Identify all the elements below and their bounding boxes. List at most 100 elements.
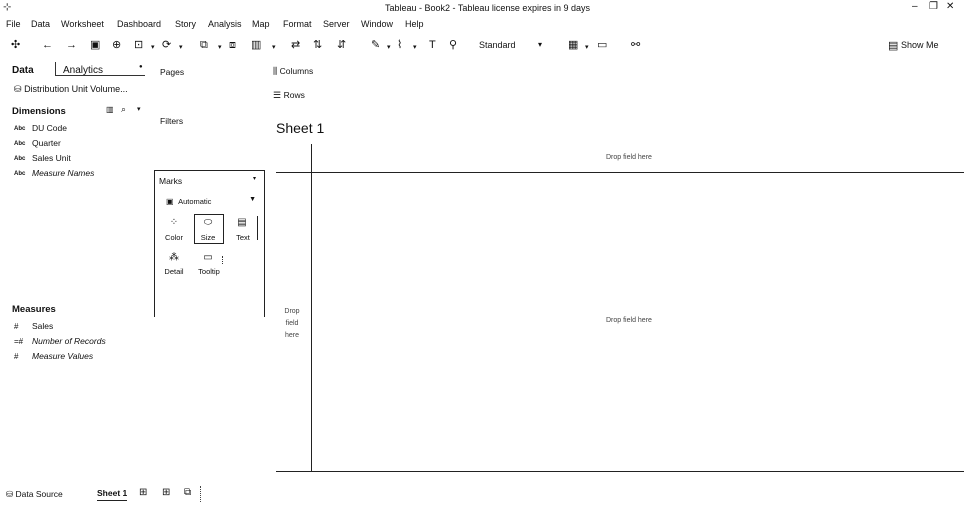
show-cards-dropdown-icon[interactable]: ▾ (585, 42, 589, 54)
tableau-logo-icon[interactable]: ✣ (11, 39, 20, 51)
menu-story[interactable]: Story (175, 19, 196, 29)
mark-type-label: Automatic (178, 197, 212, 206)
menu-worksheet[interactable]: Worksheet (61, 19, 104, 29)
mark-type-dropdown[interactable]: ▣ Automatic ▼ (166, 196, 258, 208)
sheet-tab[interactable]: Sheet 1 (97, 488, 128, 501)
pause-dropdown-icon[interactable]: ▾ (151, 42, 155, 54)
menu-window[interactable]: Window (361, 19, 393, 29)
drop-zone-center[interactable]: Drop field here (606, 317, 652, 324)
tab-analytics-label[interactable]: Analytics (63, 65, 103, 76)
drop-zone-rows[interactable]: Drop field here (282, 306, 302, 342)
data-source-tab-label: Data Source (15, 489, 63, 499)
restore-button[interactable]: ❐ (929, 1, 938, 12)
menu-format[interactable]: Format (283, 19, 312, 29)
filters-shelf[interactable]: Filters (160, 116, 183, 126)
marks-scrollbar[interactable] (257, 216, 258, 240)
menu-data[interactable]: Data (31, 19, 50, 29)
field-du-code[interactable]: Abc DU Code (14, 123, 67, 133)
dimensions-menu-icon[interactable]: ▾ (137, 105, 141, 113)
refresh-dropdown-icon[interactable]: ▾ (179, 42, 183, 54)
text-button[interactable]: Text (229, 233, 257, 242)
close-button[interactable]: ✕ (946, 1, 954, 12)
text-icon[interactable]: ▤ (232, 217, 252, 228)
tooltip-button[interactable]: Tooltip (193, 267, 225, 276)
sort-descending-icon[interactable]: ⇵ (337, 39, 346, 51)
show-me-button[interactable]: Show Me (901, 40, 939, 50)
columns-shelf[interactable]: ⫼ Columns (273, 66, 313, 77)
pane-menu-icon[interactable]: ● (139, 64, 143, 70)
canvas-divider-vertical (311, 144, 312, 472)
fit-dropdown-arrow-icon[interactable]: ▾ (538, 40, 542, 49)
string-type-icon: Abc (14, 171, 26, 177)
detail-button[interactable]: Detail (160, 267, 188, 276)
highlight-dropdown-icon[interactable]: ▾ (387, 42, 391, 54)
fit-dropdown[interactable]: Standard (479, 40, 516, 50)
size-button[interactable]: Size (194, 233, 222, 242)
string-type-icon: Abc (14, 141, 26, 147)
new-dashboard-icon[interactable]: ⊞ (162, 487, 170, 498)
marks-header: Marks (159, 176, 183, 186)
field-quarter[interactable]: Abc Quarter (14, 138, 61, 148)
new-worksheet-icon[interactable]: ⊞ (139, 487, 147, 498)
show-cards-icon[interactable]: ▦ (568, 39, 578, 51)
refresh-icon[interactable]: ⟳ (162, 39, 171, 51)
field-name: Quarter (32, 138, 61, 148)
menu-server[interactable]: Server (323, 19, 350, 29)
drop-zone-rows-line: here (284, 332, 299, 339)
new-worksheet-icon[interactable]: ⧉ (200, 39, 208, 51)
search-icon[interactable]: ⌕ (121, 104, 126, 115)
menu-file[interactable]: File (6, 19, 21, 29)
show-mark-labels-icon[interactable]: T (429, 39, 436, 51)
pages-shelf[interactable]: Pages (160, 67, 184, 77)
detail-icon[interactable]: ⁂ (164, 252, 184, 263)
swap-rows-columns-icon[interactable]: ⇄ (291, 39, 300, 51)
show-me-icon[interactable]: ▤ (888, 39, 898, 52)
size-icon[interactable]: ⬭ (198, 217, 218, 228)
field-measure-values[interactable]: # Measure Values (14, 351, 93, 361)
duplicate-sheet-icon[interactable]: ⧈ (229, 39, 236, 51)
menu-dashboard[interactable]: Dashboard (117, 19, 161, 29)
new-worksheet-dropdown-icon[interactable]: ▾ (218, 42, 222, 54)
menu-map[interactable]: Map (252, 19, 270, 29)
undo-arrow-icon[interactable]: ← (42, 39, 53, 51)
color-icon[interactable]: ⁘ (164, 217, 184, 228)
presentation-mode-icon[interactable]: ▭ (597, 39, 607, 51)
highlight-icon[interactable]: ✎ (371, 39, 380, 51)
rows-shelf[interactable]: ☰ Rows (273, 90, 305, 101)
sort-ascending-icon[interactable]: ⇅ (313, 39, 322, 51)
pause-updates-icon[interactable]: ⊡ (134, 39, 143, 51)
tooltip-icon[interactable]: ▭ (198, 252, 218, 263)
data-source-tab[interactable]: ⛁ Data Source (6, 489, 63, 500)
field-name: Sales Unit (32, 153, 71, 163)
bottom-divider (200, 486, 202, 502)
automatic-mark-icon: ▣ (166, 197, 174, 206)
field-number-of-records[interactable]: =# Number of Records (14, 336, 106, 346)
canvas-divider-bottom (276, 471, 964, 472)
color-button[interactable]: Color (160, 233, 188, 242)
fix-axes-icon[interactable]: ⚲ (449, 39, 457, 51)
data-source-row[interactable]: ⛁ Distribution Unit Volume... (14, 84, 128, 95)
drop-zone-rows-line: Drop (284, 308, 300, 315)
group-dropdown-icon[interactable]: ▾ (413, 42, 417, 54)
columns-icon: ⫼ (273, 66, 278, 76)
minimize-button[interactable]: – (912, 1, 918, 12)
marks-menu-icon[interactable]: ▾ (253, 175, 256, 182)
field-sales-unit[interactable]: Abc Sales Unit (14, 153, 71, 163)
data-source-name: Distribution Unit Volume... (24, 84, 128, 94)
field-sales[interactable]: # Sales (14, 321, 53, 331)
redo-arrow-icon[interactable]: → (66, 39, 77, 51)
drop-zone-columns[interactable]: Drop field here (606, 154, 652, 161)
new-data-source-icon[interactable]: ⊕ (112, 39, 121, 51)
share-icon[interactable]: ⚯ (631, 39, 640, 51)
clear-dropdown-icon[interactable]: ▾ (272, 42, 276, 54)
menu-help[interactable]: Help (405, 19, 424, 29)
save-icon[interactable]: ▣ (90, 39, 100, 51)
view-data-icon[interactable]: ▥ (106, 105, 114, 114)
menu-analysis[interactable]: Analysis (208, 19, 242, 29)
clear-sheet-icon[interactable]: ▥ (251, 39, 261, 51)
group-members-icon[interactable]: ⌇ (397, 39, 402, 51)
field-measure-names[interactable]: Abc Measure Names (14, 168, 94, 178)
tab-data[interactable]: Data (12, 65, 34, 76)
sheet-title[interactable]: Sheet 1 (276, 120, 324, 136)
new-story-icon[interactable]: ⧉ (184, 487, 191, 498)
